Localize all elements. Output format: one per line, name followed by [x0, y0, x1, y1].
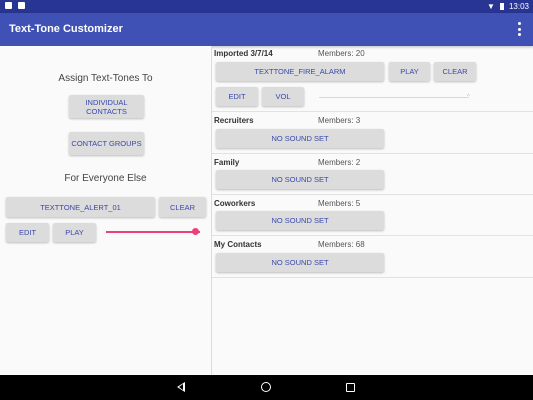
- recent-apps-icon[interactable]: [346, 383, 355, 392]
- edit-default-tone-button[interactable]: EDIT: [6, 223, 49, 242]
- group-volume-thumb[interactable]: ^: [467, 94, 470, 100]
- group-members: Members: 3: [318, 116, 361, 125]
- group-separator: [212, 153, 533, 154]
- group-tone-button[interactable]: NO SOUND SET: [216, 170, 384, 189]
- group-name: Coworkers: [214, 199, 256, 208]
- status-bar: ▼ 13:03: [0, 0, 533, 13]
- group-members: Members: 5: [318, 199, 361, 208]
- group-separator: [212, 277, 533, 278]
- group-play-button[interactable]: PLAY: [389, 62, 430, 81]
- clock: 13:03: [508, 2, 529, 11]
- groups-list: Imported 3/7/14 Members: 20 TEXTTONE_FIR…: [212, 46, 533, 375]
- group-members: Members: 2: [318, 158, 361, 167]
- battery-icon: [499, 3, 504, 10]
- back-icon[interactable]: [177, 382, 185, 392]
- notification-icon: [5, 2, 12, 9]
- play-default-tone-button[interactable]: PLAY: [53, 223, 96, 242]
- app-bar: Text-Tone Customizer: [0, 13, 533, 46]
- navigation-bar: [0, 375, 533, 400]
- overflow-menu-icon[interactable]: [517, 22, 521, 36]
- group-tone-button[interactable]: NO SOUND SET: [216, 129, 384, 148]
- group-volume-track[interactable]: [319, 97, 469, 98]
- group-edit-button[interactable]: EDIT: [216, 87, 258, 106]
- everyone-heading: For Everyone Else: [64, 173, 147, 184]
- assign-heading: Assign Text-Tones To: [58, 73, 153, 84]
- group-tone-button[interactable]: NO SOUND SET: [216, 211, 384, 230]
- wifi-icon: ▼: [487, 2, 495, 11]
- group-separator: [212, 194, 533, 195]
- group-name: Imported 3/7/14: [214, 49, 273, 58]
- group-separator: [212, 111, 533, 112]
- group-tone-button[interactable]: TEXTTONE_FIRE_ALARM: [216, 62, 384, 81]
- individual-contacts-button[interactable]: INDIVIDUAL CONTACTS: [69, 95, 144, 118]
- group-members: Members: 68: [318, 240, 365, 249]
- default-tone-button[interactable]: TEXTTONE_ALERT_01: [6, 197, 155, 217]
- group-tone-button[interactable]: NO SOUND SET: [216, 253, 384, 272]
- group-name: Family: [214, 158, 240, 167]
- group-name: Recruiters: [214, 116, 254, 125]
- default-tone-panel: Assign Text-Tones To INDIVIDUAL CONTACTS…: [0, 46, 211, 375]
- clipboard-icon: [18, 2, 25, 9]
- contact-groups-button[interactable]: CONTACT GROUPS: [69, 132, 144, 155]
- group-clear-button[interactable]: CLEAR: [434, 62, 476, 81]
- volume-slider[interactable]: [106, 231, 200, 233]
- clear-default-tone-button[interactable]: CLEAR: [159, 197, 206, 217]
- group-members: Members: 20: [318, 49, 365, 58]
- group-name: My Contacts: [214, 240, 262, 249]
- app-title: Text-Tone Customizer: [9, 23, 123, 35]
- group-vol-button[interactable]: VOL: [262, 87, 304, 106]
- volume-slider-thumb[interactable]: [191, 228, 199, 235]
- home-icon[interactable]: [261, 382, 271, 392]
- group-separator: [212, 235, 533, 236]
